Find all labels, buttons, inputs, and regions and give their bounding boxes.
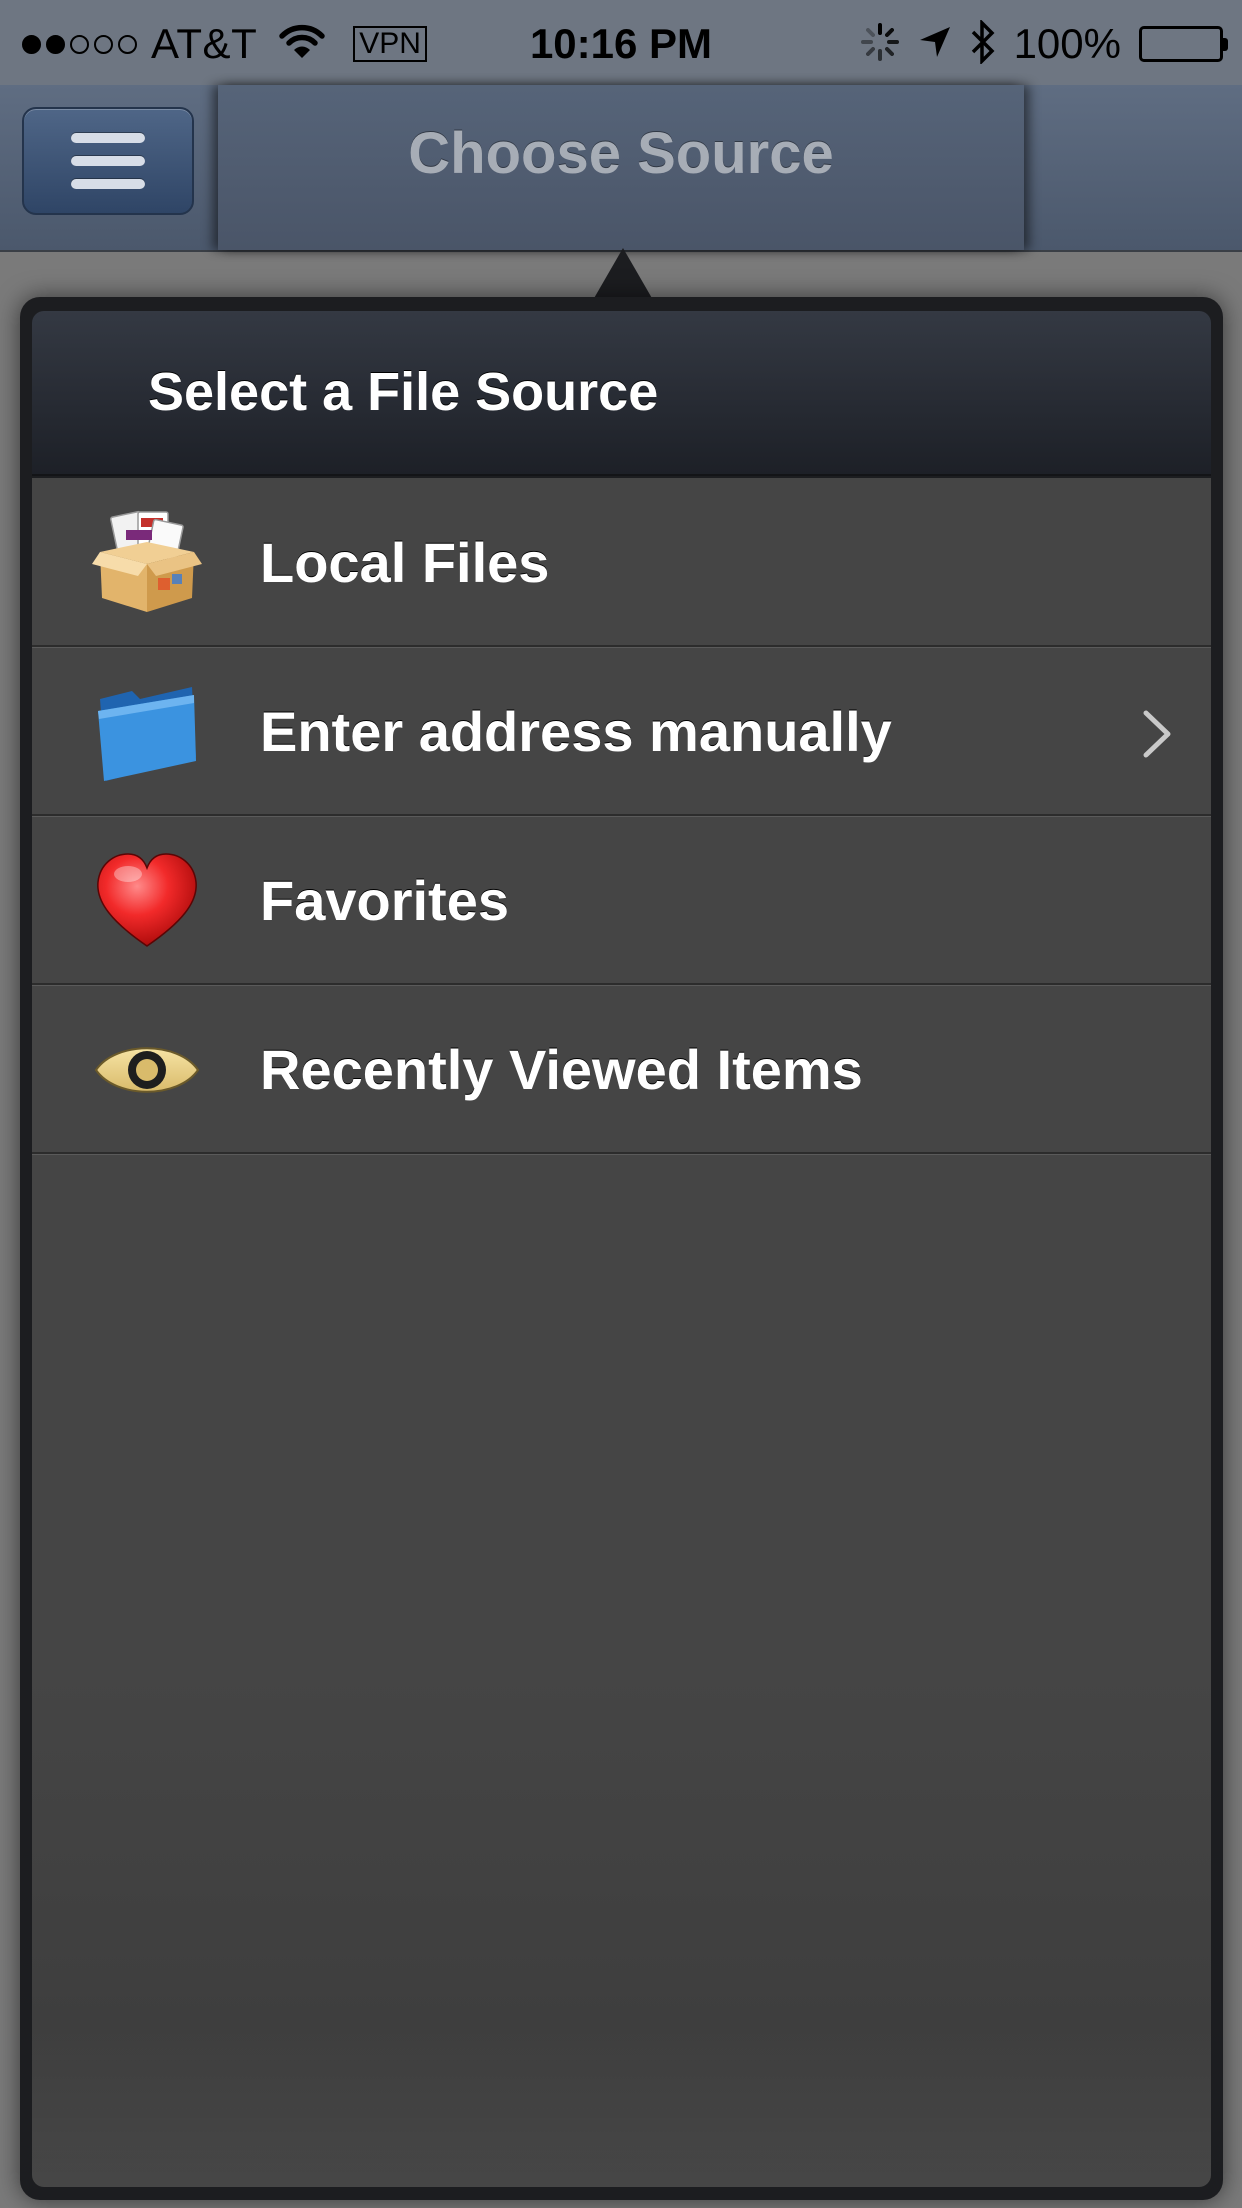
navigation-bar: Choose Source xyxy=(0,85,1242,252)
page-title: Choose Source xyxy=(408,121,834,186)
location-arrow-icon xyxy=(918,25,952,64)
eye-icon xyxy=(92,1015,202,1125)
popover-arrow xyxy=(593,248,653,300)
list-item-enter-address[interactable]: Enter address manually xyxy=(32,647,1211,816)
list-item-recently-viewed[interactable]: Recently Viewed Items xyxy=(32,985,1211,1154)
battery-body xyxy=(1139,26,1223,62)
menu-line xyxy=(71,179,145,189)
list-item-local-files[interactable]: Local Files xyxy=(32,478,1211,647)
battery-nub xyxy=(1223,37,1228,51)
chevron-right-icon xyxy=(1140,707,1176,761)
menu-button[interactable] xyxy=(22,107,194,215)
battery-icon xyxy=(1139,26,1228,62)
list-item-label: Favorites xyxy=(260,869,509,932)
status-bar-right: 100% xyxy=(842,14,1228,74)
activity-spinner-icon xyxy=(860,22,900,67)
status-bar: AT&T VPN 10:16 PM 100% xyxy=(0,0,1242,85)
hamburger-menu-icon xyxy=(71,133,145,189)
battery-percentage: 100% xyxy=(1013,20,1121,67)
box-of-files-icon xyxy=(92,508,202,618)
file-source-list: Local Files Enter address manually Favor… xyxy=(32,478,1211,2187)
list-item-label: Local Files xyxy=(260,531,550,594)
popover-title: Select a File Source xyxy=(148,362,659,422)
bluetooth-icon xyxy=(970,18,996,69)
list-item-label: Recently Viewed Items xyxy=(260,1038,863,1101)
popover-header: Select a File Source xyxy=(32,311,1211,476)
file-source-popover: Select a File Source Local Files Enter a… xyxy=(20,297,1223,2200)
list-item-favorites[interactable]: Favorites xyxy=(32,816,1211,985)
menu-line xyxy=(71,156,145,166)
list-empty-area xyxy=(32,2027,1211,2187)
list-item-label: Enter address manually xyxy=(260,700,892,763)
blue-folder-icon xyxy=(92,677,202,787)
menu-line xyxy=(71,133,145,143)
heart-icon xyxy=(92,846,202,956)
